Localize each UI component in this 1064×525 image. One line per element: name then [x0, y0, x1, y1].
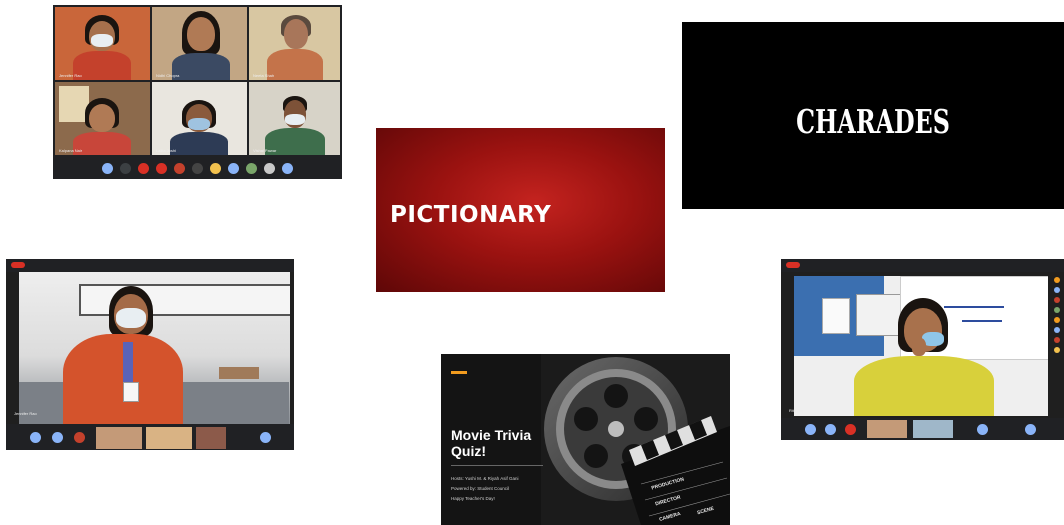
movie-trivia-title: Movie Trivia Quiz!: [451, 427, 551, 459]
participant-thumbnail: [913, 420, 953, 438]
meet-top-bar: [781, 259, 1064, 272]
avatar: [156, 162, 167, 174]
avatar: [30, 432, 41, 443]
charades-slide: CHARADES: [682, 22, 1064, 209]
participant-name: Nidhi Chopra: [156, 73, 180, 78]
host-line: Hosts: Yushi M. & Riyah Asif Gani: [451, 476, 519, 481]
powered-line: Powered by: Student Council: [451, 486, 510, 491]
meet-bottom-bar: Jennifer Rao: [6, 411, 294, 450]
participant-tile: Neeta Shah: [249, 7, 340, 80]
participant-tile: Lalita Joshi: [152, 82, 247, 155]
participant-name: Vishal Pawar: [253, 148, 277, 153]
avatar: [174, 162, 185, 174]
recording-indicator: [786, 262, 800, 268]
avatar: [210, 162, 221, 174]
participant-name: Kalpana Nair: [59, 148, 83, 153]
participant-tile: Nidhi Chopra: [152, 7, 247, 80]
meet-top-bar: [6, 259, 294, 272]
avatar: [246, 162, 257, 174]
participant-avatar-bar: [53, 157, 342, 179]
participant-thumbnail: [146, 427, 192, 449]
teacher-whiteboard-call: Ritu Raj: [781, 259, 1064, 440]
avatar: [228, 162, 239, 174]
video-call-grid: Jennifer Rao Nidhi Chopra Neeta Shah Kal…: [53, 5, 342, 179]
participant-name: Neeta Shah: [253, 73, 275, 78]
avatar: [825, 424, 836, 435]
avatar: [260, 432, 271, 443]
avatar: [805, 424, 816, 435]
pictionary-title: PICTIONARY: [390, 202, 552, 228]
avatar: [102, 162, 113, 174]
participant-name: Jennifer Rao: [59, 73, 82, 78]
movie-trivia-title-line2: Quiz!: [451, 443, 486, 459]
participant-thumbnail: [867, 420, 907, 438]
movie-trivia-slide: Movie Trivia Quiz! Hosts: Yushi M. & Riy…: [441, 354, 730, 525]
avatar: [1054, 317, 1060, 323]
avatar: [1054, 337, 1060, 343]
accent-bar: [451, 371, 467, 374]
greeting-line: Happy Teacher's Day!: [451, 496, 495, 501]
avatar: [138, 162, 149, 174]
participant-sidebar: [1052, 277, 1062, 415]
teacher-office-call: Jennifer Rao: [6, 259, 294, 450]
avatar: [120, 162, 131, 174]
movie-trivia-title-line1: Movie Trivia: [451, 427, 532, 443]
participant-thumbnail: [196, 427, 226, 449]
avatar: [264, 162, 275, 174]
avatar: [1025, 424, 1036, 435]
avatar: [845, 424, 856, 435]
avatar: [1054, 347, 1060, 353]
avatar: [282, 162, 293, 174]
recording-indicator: [11, 262, 25, 268]
avatar: [52, 432, 63, 443]
speaker-caption: Jennifer Rao: [14, 411, 37, 416]
pictionary-slide: PICTIONARY: [376, 128, 665, 292]
avatar: [977, 424, 988, 435]
avatar: [74, 432, 85, 443]
meet-bottom-bar: Ritu Raj: [781, 408, 1064, 440]
avatar: [1054, 327, 1060, 333]
charades-title: CHARADES: [796, 102, 950, 141]
avatar: [1054, 307, 1060, 313]
participant-tile: Jennifer Rao: [55, 7, 150, 80]
participant-thumbnail: [96, 427, 142, 449]
avatar: [1054, 277, 1060, 283]
speaker-video: [19, 272, 290, 424]
speaker-caption: Ritu Raj: [789, 408, 804, 413]
speaker-video: [794, 276, 1048, 416]
participant-tile: Vishal Pawar: [249, 82, 340, 155]
avatar: [1054, 287, 1060, 293]
participant-name: Lalita Joshi: [156, 148, 177, 153]
divider: [451, 465, 543, 466]
participant-tile: Kalpana Nair: [55, 82, 150, 155]
avatar: [1054, 297, 1060, 303]
avatar: [192, 162, 203, 174]
